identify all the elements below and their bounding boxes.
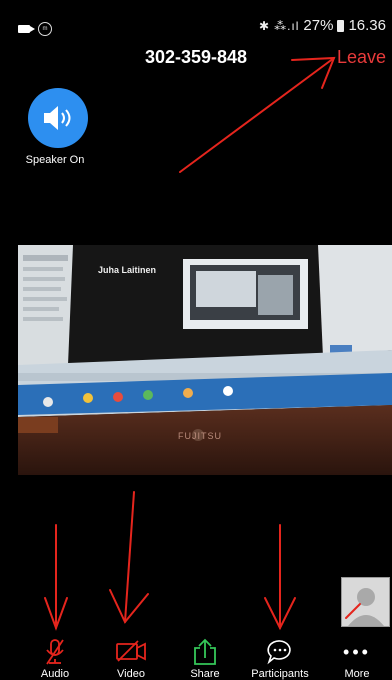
speaker-toggle[interactable]: Speaker On — [26, 88, 90, 166]
presenter-name: Juha Laitinen — [98, 265, 157, 275]
participants-button[interactable]: Participants — [248, 638, 312, 680]
muted-microphone-icon — [46, 639, 64, 665]
battery-percent: 27% — [303, 17, 334, 34]
video-camera-icon — [18, 25, 35, 33]
participants-label: Participants — [251, 668, 309, 680]
video-annotation-arrow — [124, 491, 135, 623]
status-right: ✱ ⁂.ıl 27% 16.36 — [259, 17, 386, 34]
video-arrow-head — [109, 589, 149, 624]
leave-annotation-arrow — [179, 57, 335, 173]
status-bar: m ✱ ⁂.ıl 27% 16.36 — [0, 0, 392, 36]
battery-icon — [337, 19, 345, 32]
meeting-toolbar: Audio Video Share Participants ••• More — [0, 620, 392, 680]
share-label: Share — [190, 668, 220, 680]
video-button[interactable]: Video — [108, 638, 154, 680]
meeting-id: 302-359-848 — [144, 47, 248, 67]
video-off-icon — [116, 640, 146, 662]
laptop-brand: FUJITSU — [178, 431, 222, 441]
messenger-icon: m — [38, 22, 52, 36]
speaker-icon — [44, 106, 71, 130]
avatar-placeholder-icon — [342, 578, 389, 626]
bluetooth-icon: ✱ — [259, 18, 271, 33]
video-label: Video — [117, 668, 145, 680]
audio-label: Audio — [40, 668, 70, 680]
signal-icon: ⁂.ıl — [274, 18, 300, 33]
share-icon — [194, 638, 216, 665]
leave-button[interactable]: Leave — [337, 47, 386, 68]
more-label: More — [344, 668, 370, 680]
status-left: m — [18, 22, 52, 36]
more-button[interactable]: ••• More — [334, 638, 380, 680]
video-feed: Juha Laitinen FUJITSU — [18, 245, 392, 475]
clock: 16.36 — [348, 17, 386, 34]
more-dots-icon: ••• — [343, 642, 371, 662]
speaker-label: Speaker On — [25, 154, 85, 166]
audio-button[interactable]: Audio — [32, 638, 78, 680]
share-button[interactable]: Share — [182, 638, 228, 680]
chat-bubble-icon — [267, 640, 291, 665]
speaker-button[interactable] — [28, 88, 88, 148]
